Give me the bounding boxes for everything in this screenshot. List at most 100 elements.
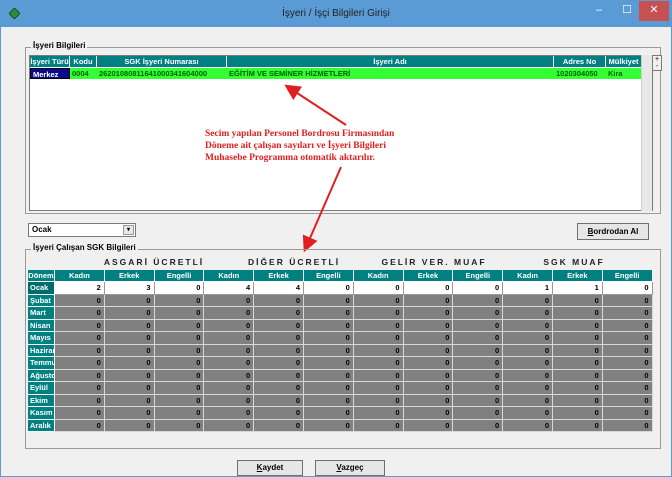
value-cell[interactable]: 0 xyxy=(204,407,255,420)
value-cell[interactable]: 0 xyxy=(353,394,404,407)
period-cell-temmuz[interactable]: Temmuz xyxy=(28,357,55,370)
value-cell[interactable]: 0 xyxy=(353,319,404,332)
value-cell[interactable]: 0 xyxy=(553,357,603,370)
value-cell[interactable]: 0 xyxy=(553,332,603,345)
employer-name-cell[interactable]: EĞİTİM VE SEMİNER HİZMETLERİ xyxy=(227,68,554,79)
value-cell[interactable]: 0 xyxy=(104,319,155,332)
value-cell[interactable]: 0 xyxy=(204,382,255,395)
sub-header[interactable]: Engelli xyxy=(304,270,354,282)
period-cell-eylül[interactable]: Eylül xyxy=(28,382,55,395)
value-cell[interactable]: 0 xyxy=(403,294,454,307)
period-cell-mayıs[interactable]: Mayıs xyxy=(28,332,55,345)
value-cell[interactable]: 0 xyxy=(104,407,155,420)
value-cell[interactable]: 0 xyxy=(453,357,504,370)
sub-header[interactable]: Erkek xyxy=(403,270,454,282)
employer-spin-control[interactable]: + - xyxy=(652,55,662,71)
value-cell[interactable]: 0 xyxy=(104,332,155,345)
period-cell-ağustos[interactable]: Ağustos xyxy=(28,369,55,382)
value-cell[interactable]: 0 xyxy=(104,382,155,395)
sub-header[interactable]: Engelli xyxy=(453,270,504,282)
value-cell[interactable]: 0 xyxy=(602,419,653,432)
employer-address-no-cell[interactable]: 1020304050 xyxy=(554,68,606,79)
value-cell[interactable]: 0 xyxy=(204,394,255,407)
value-cell[interactable]: 0 xyxy=(204,332,255,345)
sub-header[interactable]: Kadın xyxy=(503,270,553,282)
value-cell[interactable]: 0 xyxy=(602,357,653,370)
value-cell[interactable]: 0 xyxy=(304,407,354,420)
value-cell[interactable]: 0 xyxy=(55,307,105,320)
value-cell[interactable]: 0 xyxy=(553,307,603,320)
value-cell[interactable]: 0 xyxy=(304,294,354,307)
value-cell[interactable]: 0 xyxy=(503,407,553,420)
period-cell-ocak[interactable]: Ocak xyxy=(28,282,55,295)
col-header-code[interactable]: Kodu xyxy=(70,56,97,67)
value-cell[interactable]: 0 xyxy=(154,294,205,307)
value-cell[interactable]: 0 xyxy=(304,319,354,332)
employer-vertical-scrollbar[interactable] xyxy=(641,55,652,211)
value-cell[interactable]: 0 xyxy=(353,369,404,382)
month-select[interactable]: Ocak ▾ xyxy=(28,223,136,237)
period-cell-kasım[interactable]: Kasım xyxy=(28,407,55,420)
value-cell[interactable]: 0 xyxy=(553,319,603,332)
value-cell[interactable]: 0 xyxy=(55,369,105,382)
value-cell[interactable]: 0 xyxy=(204,307,255,320)
period-cell-ekim[interactable]: Ekim xyxy=(28,394,55,407)
value-cell[interactable]: 0 xyxy=(503,319,553,332)
value-cell[interactable]: 0 xyxy=(602,382,653,395)
value-cell[interactable]: 0 xyxy=(55,357,105,370)
value-cell[interactable]: 0 xyxy=(403,357,454,370)
value-cell[interactable]: 0 xyxy=(254,319,304,332)
value-cell[interactable]: 0 xyxy=(453,294,504,307)
value-cell[interactable]: 0 xyxy=(154,332,205,345)
value-cell[interactable]: 0 xyxy=(403,319,454,332)
value-cell[interactable]: 0 xyxy=(55,294,105,307)
value-cell[interactable]: 0 xyxy=(254,419,304,432)
value-cell[interactable]: 0 xyxy=(602,282,653,295)
value-cell[interactable]: 0 xyxy=(304,344,354,357)
value-cell[interactable]: 0 xyxy=(453,407,504,420)
value-cell[interactable]: 0 xyxy=(55,419,105,432)
close-button[interactable]: ✕ xyxy=(639,1,669,21)
value-cell[interactable]: 0 xyxy=(553,394,603,407)
value-cell[interactable]: 0 xyxy=(403,282,454,295)
value-cell[interactable]: 0 xyxy=(602,369,653,382)
value-cell[interactable]: 0 xyxy=(204,294,255,307)
value-cell[interactable]: 0 xyxy=(353,332,404,345)
value-cell[interactable]: 4 xyxy=(254,282,304,295)
value-cell[interactable]: 0 xyxy=(254,382,304,395)
value-cell[interactable]: 0 xyxy=(453,382,504,395)
value-cell[interactable]: 0 xyxy=(503,369,553,382)
employer-type-cell[interactable]: Merkez xyxy=(30,68,70,79)
value-cell[interactable]: 0 xyxy=(55,332,105,345)
value-cell[interactable]: 0 xyxy=(453,344,504,357)
value-cell[interactable]: 0 xyxy=(154,319,205,332)
value-cell[interactable]: 1 xyxy=(503,282,553,295)
value-cell[interactable]: 0 xyxy=(304,394,354,407)
value-cell[interactable]: 0 xyxy=(254,344,304,357)
spin-down-icon[interactable]: - xyxy=(653,63,661,70)
value-cell[interactable]: 0 xyxy=(503,382,553,395)
value-cell[interactable]: 0 xyxy=(453,419,504,432)
value-cell[interactable]: 0 xyxy=(55,344,105,357)
value-cell[interactable]: 0 xyxy=(304,357,354,370)
value-cell[interactable]: 3 xyxy=(104,282,155,295)
value-cell[interactable]: 0 xyxy=(104,357,155,370)
spin-up-icon[interactable]: + xyxy=(653,56,661,63)
value-cell[interactable]: 0 xyxy=(254,332,304,345)
col-header-type[interactable]: İşyeri Türü xyxy=(30,56,70,67)
value-cell[interactable]: 0 xyxy=(104,369,155,382)
value-cell[interactable]: 0 xyxy=(304,382,354,395)
value-cell[interactable]: 0 xyxy=(353,357,404,370)
value-cell[interactable]: 0 xyxy=(553,294,603,307)
sub-header[interactable]: Kadın xyxy=(204,270,255,282)
value-cell[interactable]: 0 xyxy=(553,407,603,420)
value-cell[interactable]: 0 xyxy=(453,282,504,295)
value-cell[interactable]: 0 xyxy=(403,407,454,420)
value-cell[interactable]: 0 xyxy=(304,369,354,382)
value-cell[interactable]: 0 xyxy=(403,419,454,432)
value-cell[interactable]: 0 xyxy=(353,382,404,395)
value-cell[interactable]: 4 xyxy=(204,282,255,295)
value-cell[interactable]: 0 xyxy=(304,282,354,295)
value-cell[interactable]: 0 xyxy=(204,419,255,432)
value-cell[interactable]: 0 xyxy=(602,344,653,357)
